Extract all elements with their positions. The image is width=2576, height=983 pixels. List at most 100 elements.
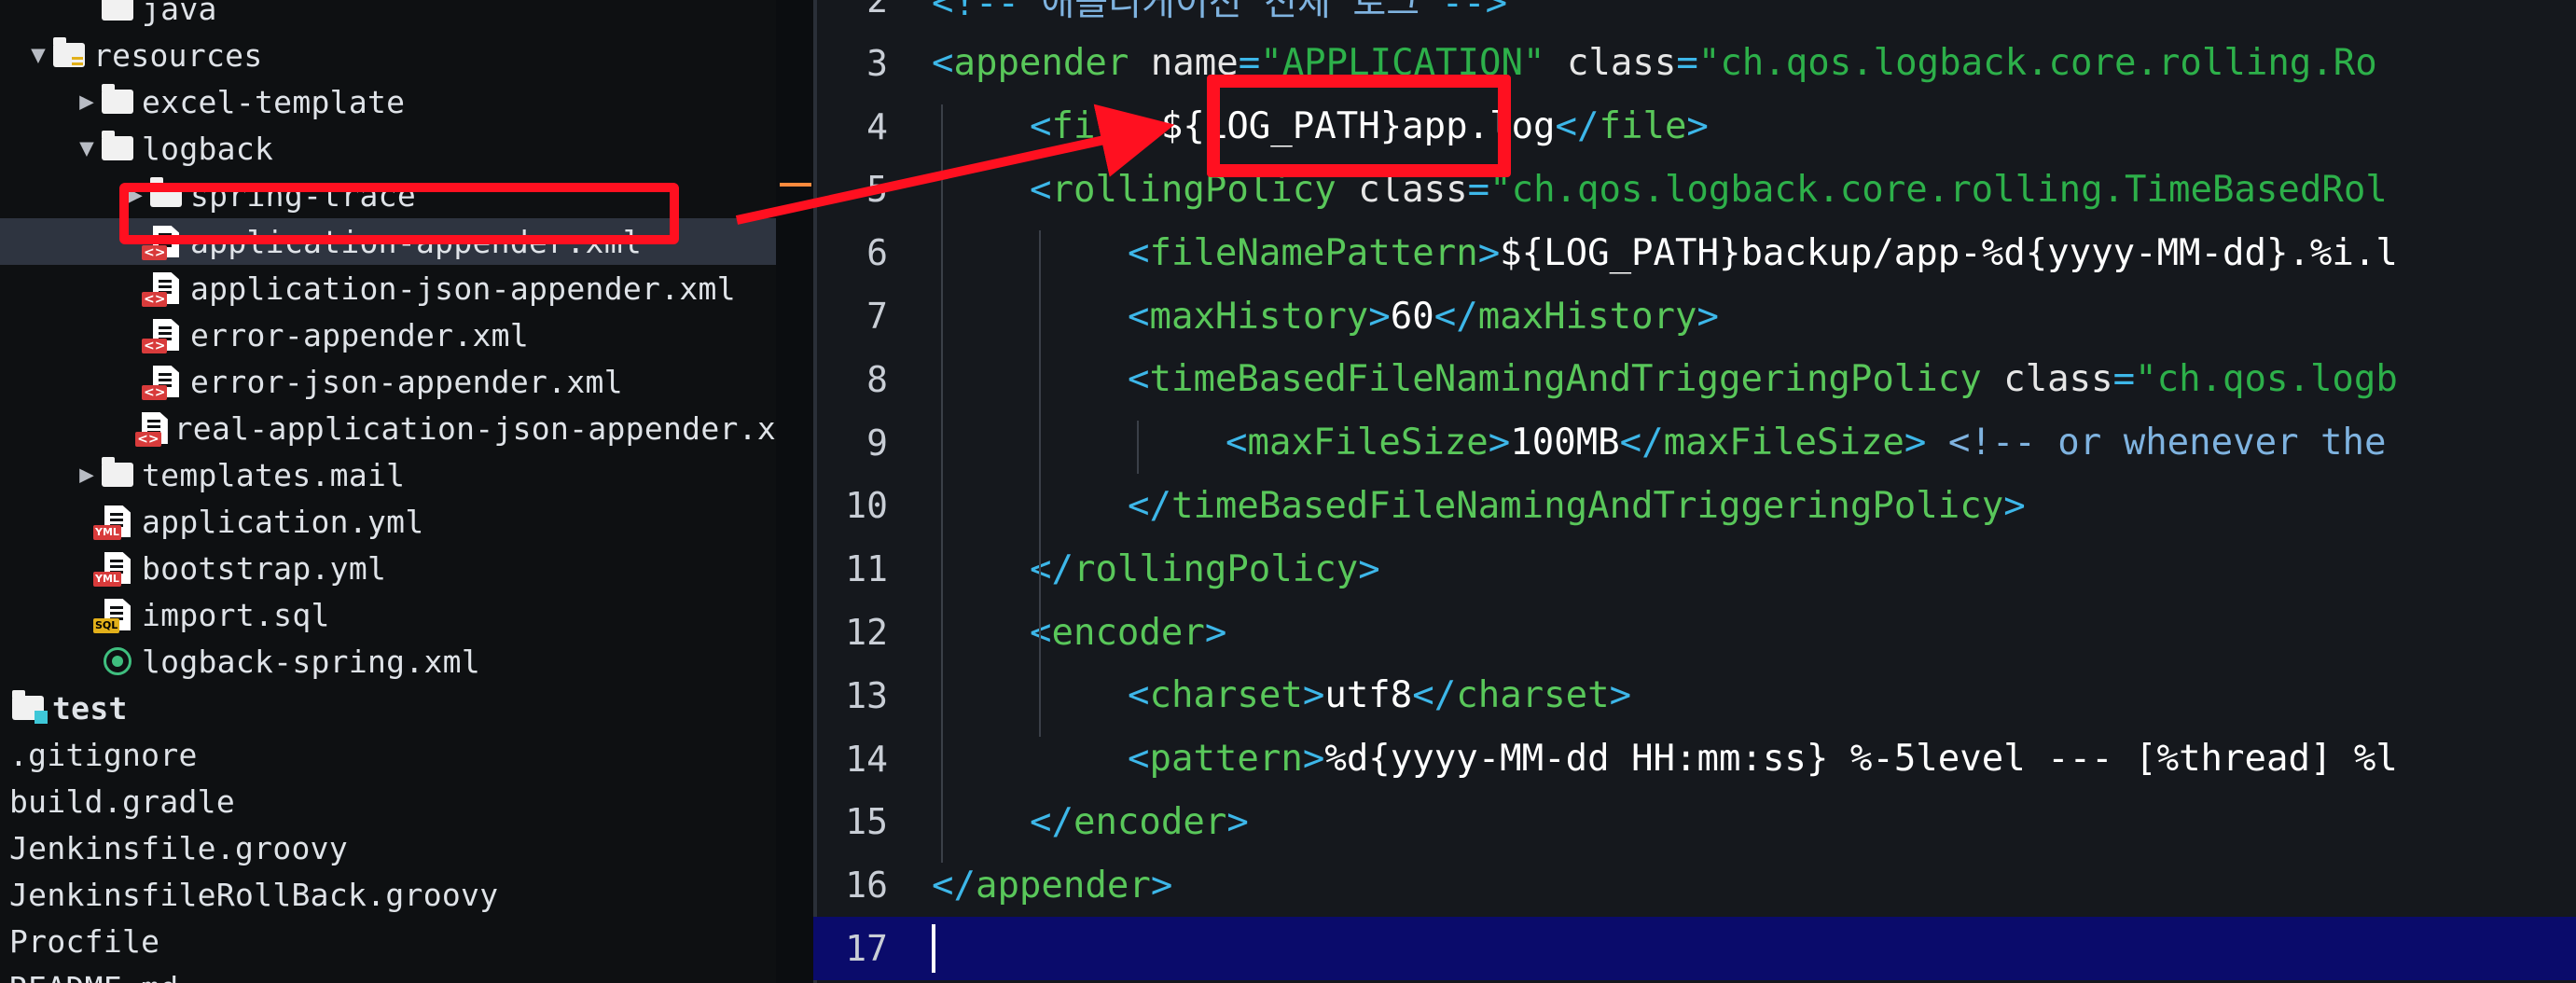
code-token: "ch.qos.logback.core.rolling.Ro: [1697, 42, 2377, 85]
tree-item[interactable]: SQL import.sql: [0, 591, 776, 638]
code-token: 100MB: [1510, 422, 1620, 464]
code-token: >: [1302, 738, 1325, 781]
indent-guide: [1137, 420, 1139, 475]
folder-icon: [99, 0, 136, 25]
code-line[interactable]: 6 <fileNamePattern>${LOG_PATH}backup/app-…: [813, 221, 2576, 284]
xml-file-icon: <>: [142, 318, 185, 353]
code-token: <: [932, 42, 954, 85]
tree-item[interactable]: ▼ logback: [0, 125, 776, 172]
code-token: ${LOG_PATH}backup/app-%d{yyyy-MM-dd}.%i.…: [1500, 231, 2398, 274]
code-token: =: [2112, 358, 2136, 401]
tree-item-label: logback: [142, 130, 274, 167]
code-text: </encoder>: [1030, 801, 1249, 843]
code-line[interactable]: 3 <appender name="APPLICATION" class="ch.…: [813, 32, 2576, 95]
tree-item-label: java: [142, 0, 217, 27]
code-token: </: [1555, 105, 1600, 148]
code-token: >: [1358, 547, 1380, 590]
code-token: >: [1302, 674, 1325, 717]
code-token: <: [1128, 295, 1150, 338]
tree-item[interactable]: test: [0, 685, 776, 731]
tree-item[interactable]: <> error-appender.xml: [0, 312, 776, 358]
code-token: file: [1599, 105, 1687, 148]
code-line[interactable]: 16 </appender>: [813, 853, 2576, 917]
code-line[interactable]: 4 <file>${LOG_PATH}app.log</file>: [813, 95, 2576, 159]
code-line[interactable]: 5 <rollingPolicy class="ch.qos.logback.co…: [813, 158, 2576, 221]
tree-item[interactable]: JenkinsfileRollBack.groovy: [0, 871, 776, 918]
code-token: </: [932, 864, 976, 907]
code-line[interactable]: 14 <pattern>%d{yyyy-MM-dd HH:mm:ss} %-5le…: [813, 727, 2576, 791]
code-editor[interactable]: 2 <!-- 애플리케이션 전체 로그 --> 3 <appender name="A…: [813, 0, 2576, 983]
folder-icon: [99, 84, 136, 118]
tree-item[interactable]: ▼ resources: [0, 32, 776, 78]
panel-divider[interactable]: [776, 0, 813, 983]
code-line[interactable]: 9 <maxFileSize>100MB</maxFileSize> <!-- o…: [813, 411, 2576, 475]
tree-item[interactable]: Procfile: [0, 918, 776, 964]
tree-item[interactable]: build.gradle: [0, 778, 776, 824]
code-token: encoder: [1073, 800, 1227, 843]
line-number: 17: [845, 928, 888, 969]
folder-icon: [99, 457, 136, 492]
tree-item-label: test: [52, 689, 128, 727]
code-line[interactable]: 17: [813, 917, 2576, 980]
tree-item-label: error-appender.xml: [190, 316, 530, 353]
code-token: >: [1204, 611, 1227, 654]
code-token: >: [1686, 105, 1709, 148]
code-token: appender: [975, 864, 1151, 907]
tree-item[interactable]: <> error-json-appender.xml: [0, 358, 776, 405]
code-token: utf8: [1324, 674, 1413, 717]
chevron-down-icon[interactable]: ▼: [75, 134, 99, 162]
code-text: <timeBasedFileNamingAndTriggeringPolicy …: [1128, 358, 2398, 400]
tree-item[interactable]: logback-spring.xml: [0, 638, 776, 685]
line-number: 15: [845, 801, 888, 843]
tree-item-label: real-application-json-appender.x: [173, 409, 776, 447]
tree-item-label: error-json-appender.xml: [190, 363, 623, 400]
chevron-right-icon[interactable]: ▶: [75, 461, 99, 489]
code-token: charset: [1456, 674, 1610, 717]
code-line[interactable]: 13 <charset>utf8</charset>: [813, 664, 2576, 727]
tree-item-label: import.sql: [142, 596, 330, 633]
line-number: 9: [866, 422, 888, 464]
tree-item[interactable]: README.md: [0, 964, 776, 983]
yml-file-icon: YML: [93, 505, 136, 540]
code-line[interactable]: 7 <maxHistory>60</maxHistory>: [813, 284, 2576, 348]
code-line[interactable]: 8 <timeBasedFileNamingAndTriggeringPolicy…: [813, 348, 2576, 411]
code-line[interactable]: 10 </timeBasedFileNamingAndTriggeringPoli…: [813, 474, 2576, 537]
tree-item[interactable]: java: [0, 0, 776, 32]
code-token: 애플리케이션 전체 로그: [1041, 0, 1442, 24]
chevron-down-icon[interactable]: ▼: [26, 41, 50, 69]
code-token: >: [1226, 800, 1249, 843]
code-token: 60: [1390, 295, 1434, 338]
code-text: <maxHistory>60</maxHistory>: [1128, 296, 1719, 338]
code-token: <: [1030, 168, 1052, 211]
code-token: <!-- or whenever the: [1947, 422, 2387, 464]
tree-item[interactable]: .gitignore: [0, 731, 776, 778]
code-text: <charset>utf8</charset>: [1128, 674, 1631, 716]
tree-item[interactable]: <> real-application-json-appender.x: [0, 405, 776, 451]
code-token: encoder: [1051, 611, 1205, 654]
code-token: timeBasedFileNamingAndTriggeringPolicy: [1149, 358, 1982, 401]
code-line[interactable]: 11 </rollingPolicy>: [813, 537, 2576, 601]
folder-icon: [99, 131, 136, 165]
tree-item[interactable]: Jenkinsfile.groovy: [0, 824, 776, 871]
chevron-right-icon[interactable]: ▶: [75, 88, 99, 116]
line-number: 2: [866, 0, 888, 21]
xml-file-icon: <>: [142, 365, 185, 400]
tree-item[interactable]: ▶ templates.mail: [0, 451, 776, 498]
code-token: rollingPolicy: [1073, 547, 1359, 590]
code-text: <!-- 애플리케이션 전체 로그 -->: [932, 0, 1507, 26]
line-number: 16: [845, 865, 888, 907]
tree-item[interactable]: YML application.yml: [0, 498, 776, 545]
code-token: >: [1368, 295, 1391, 338]
code-line[interactable]: 2 <!-- 애플리케이션 전체 로그 -->: [813, 0, 2576, 32]
tree-item-label: templates.mail: [142, 456, 406, 493]
tree-item-label: logback-spring.xml: [142, 643, 481, 680]
code-line[interactable]: 12 <encoder>: [813, 601, 2576, 664]
highlight-box-log-path: [1207, 75, 1511, 177]
code-text: <pattern>%d{yyyy-MM-dd HH:mm:ss} %-5leve…: [1128, 738, 2398, 780]
tree-item[interactable]: YML bootstrap.yml: [0, 545, 776, 591]
tree-item[interactable]: ▶ excel-template: [0, 78, 776, 125]
code-line[interactable]: 15 </encoder>: [813, 790, 2576, 853]
code-token: pattern: [1149, 738, 1303, 781]
tree-item[interactable]: <> application-json-appender.xml: [0, 265, 776, 312]
code-token: <: [1030, 105, 1052, 148]
